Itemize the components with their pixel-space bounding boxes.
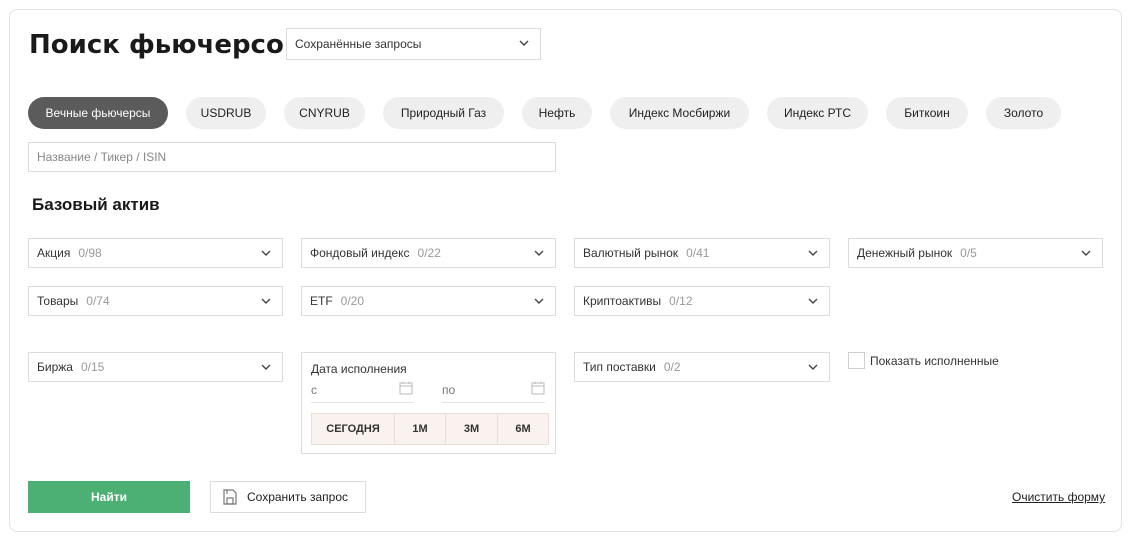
- period-1m-button[interactable]: 1М: [395, 413, 446, 445]
- calendar-icon[interactable]: [399, 381, 413, 395]
- date-from-field[interactable]: с: [311, 381, 413, 403]
- saved-queries-select[interactable]: Сохранённые запросы: [286, 28, 541, 60]
- filter-count: 0/20: [340, 294, 365, 308]
- filter-label: Фондовый индекс: [310, 246, 410, 260]
- chip-cnyrub[interactable]: CNYRUB: [284, 97, 365, 129]
- filter-money-market-select[interactable]: Денежный рынок 0/5: [848, 238, 1103, 268]
- period-3m-button[interactable]: 3М: [446, 413, 498, 445]
- filter-count: 0/5: [960, 246, 977, 260]
- base-asset-title: Базовый актив: [32, 195, 160, 214]
- filter-commodities-select[interactable]: Товары 0/74: [28, 286, 283, 316]
- chip-label: CNYRUB: [299, 106, 350, 120]
- filter-label: ETF: [310, 294, 333, 308]
- filter-stock-select[interactable]: Акция 0/98: [28, 238, 283, 268]
- calendar-icon[interactable]: [531, 381, 545, 395]
- chip-label: Вечные фьючерсы: [45, 106, 151, 120]
- chevron-down-icon: [808, 364, 818, 370]
- chevron-down-icon: [519, 40, 529, 46]
- exchange-select[interactable]: Биржа 0/15: [28, 352, 283, 382]
- chevron-down-icon: [534, 298, 544, 304]
- save-query-label: Сохранить запрос: [247, 490, 348, 504]
- period-today-button[interactable]: СЕГОДНЯ: [311, 413, 395, 445]
- find-button[interactable]: Найти: [28, 481, 190, 513]
- chip-label: Нефть: [538, 106, 576, 120]
- chevron-down-icon: [261, 364, 271, 370]
- chip-perpetual-futures[interactable]: Вечные фьючерсы: [28, 97, 168, 129]
- date-to-field[interactable]: по: [442, 381, 545, 403]
- filter-label: Товары: [37, 294, 79, 308]
- chevron-down-icon: [261, 250, 271, 256]
- period-6m-button[interactable]: 6М: [498, 413, 549, 445]
- chip-moex-index[interactable]: Индекс Мосбиржи: [610, 97, 749, 129]
- save-query-button[interactable]: Сохранить запрос: [210, 481, 366, 513]
- filter-count: 0/98: [78, 246, 102, 260]
- chip-label: Индекс РТС: [783, 106, 852, 120]
- filter-crypto-select[interactable]: Криптоактивы 0/12: [574, 286, 830, 316]
- delivery-type-select[interactable]: Тип поставки 0/2: [574, 352, 830, 382]
- chip-label: Биткоин: [904, 106, 950, 120]
- filter-label: Денежный рынок: [857, 246, 953, 260]
- filter-label: Криптоактивы: [583, 294, 662, 308]
- clear-form-link[interactable]: Очистить форму: [1012, 490, 1105, 504]
- period-button-group: СЕГОДНЯ 1М 3М 6М: [311, 413, 549, 445]
- chevron-down-icon: [808, 250, 818, 256]
- filter-label: Валютный рынок: [583, 246, 679, 260]
- search-card: [9, 9, 1122, 532]
- show-executed-toggle[interactable]: Показать исполненные: [848, 352, 999, 369]
- chip-label: Золото: [1003, 106, 1044, 120]
- expiry-date-box: Дата исполнения с по СЕГОДНЯ 1М 3М 6М: [301, 352, 556, 454]
- chip-rts-index[interactable]: Индекс РТС: [767, 97, 868, 129]
- filter-stock-index-select[interactable]: Фондовый индекс 0/22: [301, 238, 556, 268]
- filter-count: 0/41: [686, 246, 710, 260]
- search-input[interactable]: [28, 142, 556, 172]
- chevron-down-icon: [1081, 250, 1091, 256]
- filter-count: 0/74: [86, 294, 110, 308]
- filter-currency-market-select[interactable]: Валютный рынок 0/41: [574, 238, 830, 268]
- filter-label: Тип поставки: [583, 360, 656, 374]
- chip-label: Природный Газ: [400, 106, 487, 120]
- date-from-label: с: [311, 383, 317, 397]
- date-to-label: по: [442, 383, 456, 397]
- chevron-down-icon: [534, 250, 544, 256]
- filter-count: 0/15: [80, 360, 105, 374]
- chevron-down-icon: [808, 298, 818, 304]
- chip-bitcoin[interactable]: Биткоин: [886, 97, 968, 129]
- save-icon: [223, 489, 237, 505]
- filter-count: 0/12: [669, 294, 693, 308]
- show-executed-checkbox[interactable]: [848, 352, 865, 369]
- filter-count: 0/2: [663, 360, 681, 374]
- filter-count: 0/22: [417, 246, 441, 260]
- expiry-date-label: Дата исполнения: [311, 362, 407, 376]
- chip-label: Индекс Мосбиржи: [628, 106, 731, 120]
- chip-natural-gas[interactable]: Природный Газ: [383, 97, 504, 129]
- filter-etf-select[interactable]: ETF 0/20: [301, 286, 556, 316]
- filter-label: Акция: [37, 246, 71, 260]
- filter-label: Биржа: [37, 360, 73, 374]
- chip-usdrub[interactable]: USDRUB: [186, 97, 266, 129]
- chip-gold[interactable]: Золото: [986, 97, 1061, 129]
- saved-queries-label: Сохранённые запросы: [295, 37, 422, 51]
- show-executed-label: Показать исполненные: [870, 353, 999, 368]
- chevron-down-icon: [261, 298, 271, 304]
- chip-label: USDRUB: [200, 106, 252, 120]
- chip-oil[interactable]: Нефть: [522, 97, 592, 129]
- page-title: Поиск фьючерсов: [29, 30, 301, 60]
